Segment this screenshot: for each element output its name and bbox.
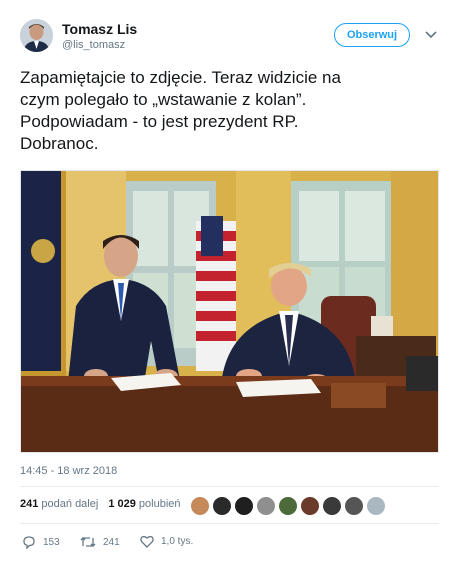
liker-avatars [190,496,386,516]
liker-avatar[interactable] [212,496,232,516]
retweets-stat[interactable]: 241 podań dalej [20,498,98,510]
reply-action[interactable]: 153 [22,535,60,549]
liker-avatar[interactable] [322,496,342,516]
engagement-stats: 241 podań dalej 1 029 polubień [20,498,181,510]
follow-button[interactable]: Obserwuj [334,23,410,47]
liker-avatar[interactable] [190,496,210,516]
liker-avatar[interactable] [256,496,276,516]
tweet-text: Zapamiętajcie to zdjęcie. Teraz widzicie… [20,68,341,153]
heart-icon [140,535,154,548]
author-name[interactable]: Tomasz Lis [62,21,137,37]
liker-avatar[interactable] [344,496,364,516]
author-handle[interactable]: @lis_tomasz [62,39,125,51]
retweet-action[interactable]: 241 [80,535,120,549]
divider [20,486,439,487]
liker-avatar[interactable] [234,496,254,516]
reply-icon [23,536,35,549]
timestamp[interactable]: 14:45 - 18 wrz 2018 [20,465,117,477]
author-avatar[interactable] [20,19,53,52]
retweet-count: 241 [103,536,120,548]
likes-stat[interactable]: 1 029 polubień [108,498,180,510]
liker-avatar[interactable] [300,496,320,516]
divider [20,523,439,524]
like-action[interactable]: 1,0 tys. [140,535,193,548]
reply-count: 153 [43,536,60,548]
tweet-photo[interactable] [20,170,439,453]
liker-avatar[interactable] [278,496,298,516]
chevron-down-icon[interactable] [425,30,437,40]
liker-avatar[interactable] [366,496,386,516]
retweet-icon [80,537,96,547]
like-count: 1,0 tys. [161,536,194,547]
